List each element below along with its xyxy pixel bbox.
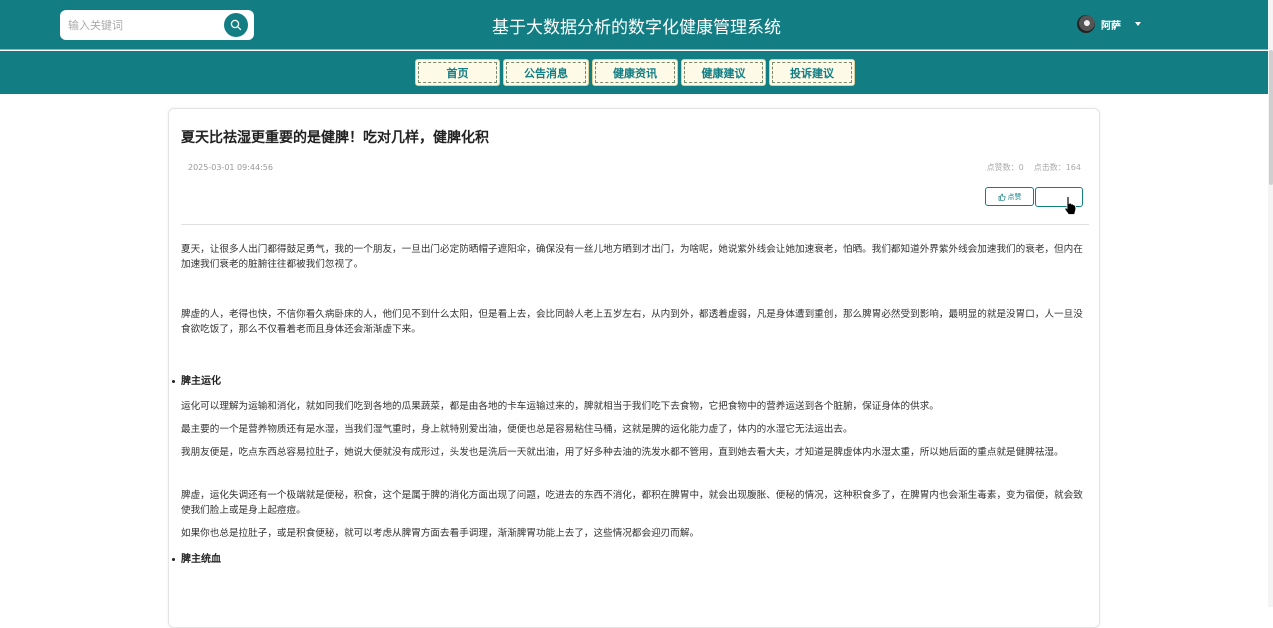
article-paragraph: 最主要的一个是营养物质还有是水湿，当我们湿气重时，身上就特别爱出油，便便也总是容… — [181, 424, 853, 435]
nav-menu: 首页 公告消息 健康资讯 健康建议 投诉建议 — [415, 59, 855, 86]
like-count: 点赞数：0 — [986, 163, 1024, 172]
user-menu[interactable]: 阿萨 — [1077, 15, 1141, 33]
article-card: 夏天比祛湿更重要的是健脾！吃对几样，健脾化积 2025-03-01 09:44:… — [168, 108, 1100, 628]
article-paragraph: 脾虚，运化失调还有一个极端就是便秘，积食，这个是属于脾的消化方面出现了问题，吃进… — [181, 490, 1083, 516]
article-paragraph: 运化可以理解为运输和消化，就如同我们吃到各地的瓜果蔬菜，都是由各地的卡车运输过来… — [181, 401, 939, 412]
scrollbar-thumb[interactable] — [1269, 50, 1273, 185]
chevron-down-icon[interactable] — [1135, 22, 1141, 26]
nav-item-home[interactable]: 首页 — [415, 59, 500, 86]
section-heading: 脾主运化 — [172, 374, 1091, 389]
section-heading: 脾主统血 — [172, 552, 1091, 567]
article-paragraph: 夏天，让很多人出门都得鼓足勇气，我的一个朋友，一旦出门必定防晒帽子遮阳伞，确保没… — [181, 244, 1083, 270]
article-paragraph: 我朋友便是，吃点东西总容易拉肚子，她说大便就没有成形过，头发也是洗后一天就出油，… — [181, 447, 1064, 458]
article-date: 2025-03-01 09:44:56 — [188, 163, 273, 172]
thumbs-up-icon — [998, 193, 1005, 201]
nav-item-announcements[interactable]: 公告消息 — [503, 59, 589, 86]
avatar[interactable] — [1077, 15, 1095, 33]
divider — [181, 224, 1089, 225]
article-content: 夏天，让很多人出门都得鼓足勇气，我的一个朋友，一旦出门必定防晒帽子遮阳伞，确保没… — [172, 242, 1091, 577]
nav-item-complaints[interactable]: 投诉建议 — [769, 59, 855, 86]
like-button[interactable]: 点赞 — [985, 187, 1034, 206]
article-paragraph: 如果你也总是拉肚子，或是积食便秘，就可以考虑从脾胃方面去看手调理，渐渐脾胃功能上… — [181, 528, 700, 539]
top-header: 基于大数据分析的数字化健康管理系统 阿萨 — [0, 0, 1273, 50]
username[interactable]: 阿萨 — [1101, 17, 1121, 32]
nav-item-health-advice[interactable]: 健康建议 — [681, 59, 766, 86]
like-button-label: 点赞 — [1007, 192, 1022, 201]
article-paragraph: 脾虚的人，老得也快，不信你看久病卧床的人，他们见不到什么太阳，但是看上去，会比同… — [181, 309, 1083, 335]
nav-item-health-news[interactable]: 健康资讯 — [592, 59, 678, 86]
click-count: 点击数：164 — [1033, 163, 1081, 172]
article-title: 夏天比祛湿更重要的是健脾！吃对几样，健脾化积 — [181, 130, 489, 146]
article-stats: 点赞数：0 点击数：164 — [987, 162, 1081, 173]
hand-cursor-icon — [1064, 196, 1077, 215]
nav-bar: 首页 公告消息 健康资讯 健康建议 投诉建议 — [0, 51, 1273, 94]
